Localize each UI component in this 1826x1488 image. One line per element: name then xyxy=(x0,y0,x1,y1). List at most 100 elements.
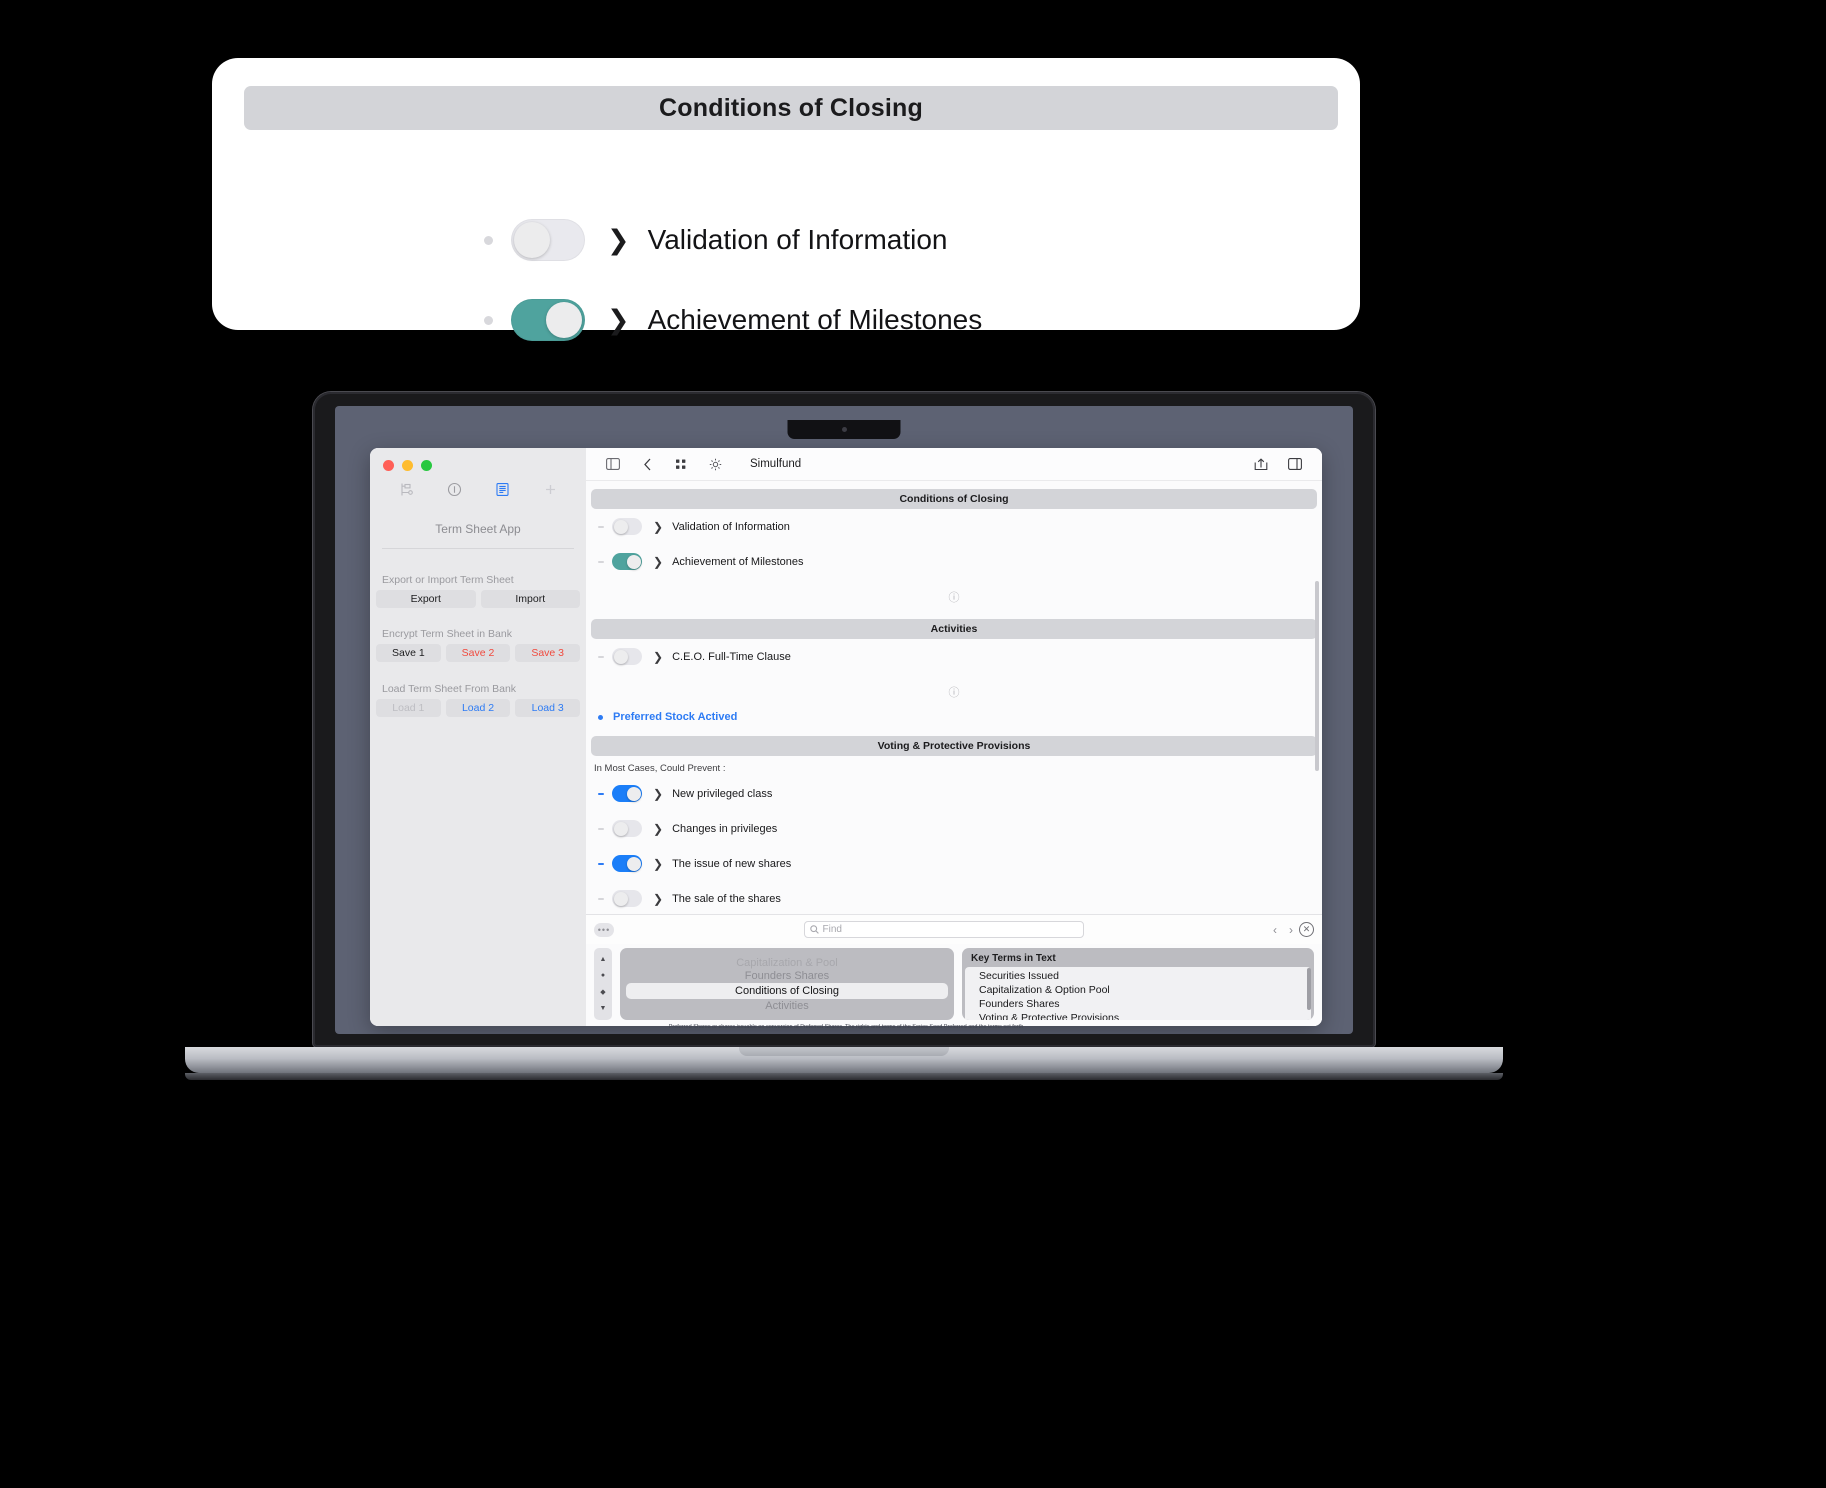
toggle-achievement-of-milestones[interactable] xyxy=(612,553,642,570)
status-dot-icon xyxy=(598,862,604,865)
toggle-knob xyxy=(626,554,641,569)
export-button[interactable]: Export xyxy=(376,590,476,608)
section-title: Activities xyxy=(930,623,978,635)
chevron-right-icon[interactable]: ❯ xyxy=(653,555,663,569)
toggle-issue-of-new-shares[interactable] xyxy=(612,855,642,872)
sidebar-flow-icon[interactable] xyxy=(382,482,430,497)
find-prev-button[interactable]: ‹ xyxy=(1273,923,1277,937)
toggle-row[interactable]: ❯ Validation of Information xyxy=(586,509,1322,544)
load-1-button[interactable]: Load 1 xyxy=(376,699,441,717)
toggle-validation-of-information[interactable] xyxy=(612,518,642,535)
panel-right-icon[interactable] xyxy=(1278,458,1312,470)
document-scroll-region[interactable]: Conditions of Closing ❯ Validation of In… xyxy=(586,481,1322,914)
grid-icon[interactable] xyxy=(664,458,698,471)
toggle-changes-in-privileges[interactable] xyxy=(612,820,642,837)
chevron-right-icon[interactable]: ❯ xyxy=(607,305,630,336)
back-chevron-icon[interactable] xyxy=(630,458,664,471)
toggle-row[interactable]: ❯ Changes in privileges xyxy=(586,811,1322,846)
stepper-down-icon[interactable]: ▼ xyxy=(600,1005,607,1012)
laptop-screen: Term Sheet App Export or Import Term She… xyxy=(335,406,1353,1034)
picker-item[interactable]: Founders Shares xyxy=(745,970,829,982)
picker-item-selected[interactable]: Conditions of Closing xyxy=(626,982,948,999)
key-terms-list[interactable]: Securities Issued Capitalization & Optio… xyxy=(965,967,1311,1020)
save-2-button[interactable]: Save 2 xyxy=(445,644,511,662)
chevron-right-icon[interactable]: ❯ xyxy=(653,650,663,664)
load-2-button[interactable]: Load 2 xyxy=(445,699,511,717)
picker-item[interactable]: Capitalization & Pool xyxy=(736,957,838,969)
minimize-window-button[interactable] xyxy=(402,460,413,471)
section-title: Conditions of Closing xyxy=(899,493,1009,505)
content-area: Simulfund Conditions of Closing ❯ Valida… xyxy=(586,448,1322,1026)
toggle-knob xyxy=(514,222,550,258)
toggle-row[interactable]: ❯ The sale of the shares xyxy=(586,881,1322,914)
toggle-knob xyxy=(613,891,628,906)
toggle-sale-of-the-shares[interactable] xyxy=(612,890,642,907)
key-terms-scrollbar[interactable] xyxy=(1307,968,1311,1010)
chevron-right-icon[interactable]: ❯ xyxy=(653,857,663,871)
sidebar-group-load: Load Term Sheet From Bank Load 1 Load 2 … xyxy=(370,683,586,717)
sidebar-divider xyxy=(382,548,574,549)
search-input[interactable]: Find xyxy=(803,921,1084,938)
share-icon[interactable] xyxy=(1244,457,1278,471)
info-circle-icon[interactable]: ⓘ xyxy=(586,579,1322,611)
key-terms-item[interactable]: Capitalization & Option Pool xyxy=(965,983,1311,997)
status-dot-icon xyxy=(598,525,604,528)
close-window-button[interactable] xyxy=(383,460,394,471)
sidebar-toggle-icon[interactable] xyxy=(596,458,630,470)
close-find-bar-button[interactable]: ✕ xyxy=(1299,922,1314,937)
chevron-right-icon[interactable]: ❯ xyxy=(653,822,663,836)
vertical-scrollbar[interactable] xyxy=(1315,581,1319,771)
toggle-new-privileged-class[interactable] xyxy=(612,785,642,802)
sidebar-icon-row xyxy=(370,482,586,497)
chevron-right-icon[interactable]: ❯ xyxy=(653,520,663,534)
key-terms-title: Key Terms in Text xyxy=(971,953,1056,964)
sidebar-plus-icon[interactable] xyxy=(526,482,574,497)
chevron-right-icon[interactable]: ❯ xyxy=(653,787,663,801)
status-dot-icon xyxy=(598,897,604,900)
maximize-window-button[interactable] xyxy=(421,460,432,471)
section-picker[interactable]: Capitalization & Pool Founders Shares Co… xyxy=(620,948,954,1020)
toggle-achievement-of-milestones[interactable] xyxy=(511,299,585,341)
key-terms-panel[interactable]: Key Terms in Text Securities Issued Capi… xyxy=(962,948,1314,1020)
key-terms-item[interactable]: Founders Shares xyxy=(965,997,1311,1011)
status-dot-icon xyxy=(484,315,493,325)
info-circle-icon[interactable]: ⓘ xyxy=(586,674,1322,706)
toggle-row-label: The issue of new shares xyxy=(672,857,792,870)
save-3-button[interactable]: Save 3 xyxy=(515,644,581,662)
chevron-right-icon[interactable]: ❯ xyxy=(653,892,663,906)
picker-item[interactable]: Activities xyxy=(765,1000,808,1012)
stepper-dot-icon[interactable]: ● xyxy=(601,972,605,979)
toggle-row[interactable]: ❯ New privileged class xyxy=(586,776,1322,811)
toggle-row[interactable]: ❯ The issue of new shares xyxy=(586,846,1322,881)
sidebar-info-icon[interactable] xyxy=(430,482,478,497)
find-input-wrap: Find xyxy=(614,921,1273,938)
chevron-right-icon[interactable]: ❯ xyxy=(607,225,630,256)
key-terms-item[interactable]: Securities Issued xyxy=(965,969,1311,983)
toggle-ceo-full-time-clause[interactable] xyxy=(612,648,642,665)
stepper-up-icon[interactable]: ▲ xyxy=(600,956,607,963)
key-terms-item[interactable]: Voting & Protective Provisions xyxy=(965,1011,1311,1020)
save-1-button[interactable]: Save 1 xyxy=(376,644,441,662)
laptop-mockup: Term Sheet App Export or Import Term She… xyxy=(185,392,1503,1080)
toggle-validation-of-information[interactable] xyxy=(511,219,585,261)
gear-icon[interactable] xyxy=(698,458,732,471)
import-button[interactable]: Import xyxy=(480,590,580,608)
callout-row-label: Validation of Information xyxy=(647,224,948,255)
toggle-row[interactable]: ❯ C.E.O. Full-Time Clause xyxy=(586,639,1322,674)
callout-row[interactable]: ❯ Achievement of Milestones xyxy=(212,292,1360,348)
toggle-row[interactable]: ❯ Achievement of Milestones xyxy=(586,544,1322,579)
sidebar-document-icon[interactable] xyxy=(478,482,526,497)
magnified-callout-card: Conditions of Closing ❯ Validation of In… xyxy=(212,58,1360,341)
load-3-button[interactable]: Load 3 xyxy=(515,699,581,717)
section-stepper[interactable]: ▲ ● ◆ ▼ xyxy=(594,948,612,1020)
window-traffic-lights[interactable] xyxy=(383,460,432,471)
callout-row[interactable]: ❯ Validation of Information xyxy=(212,212,1360,268)
status-dot-icon xyxy=(598,792,604,795)
more-options-button[interactable]: ••• xyxy=(594,922,614,937)
find-next-button[interactable]: › xyxy=(1289,923,1293,937)
toggle-knob xyxy=(613,519,628,534)
sidebar-group-encrypt: Encrypt Term Sheet in Bank Save 1 Save 2… xyxy=(370,628,586,662)
stepper-diamond-icon[interactable]: ◆ xyxy=(600,988,605,996)
sidebar-button-row: Save 1 Save 2 Save 3 xyxy=(376,644,581,662)
laptop-base xyxy=(185,1047,1503,1073)
